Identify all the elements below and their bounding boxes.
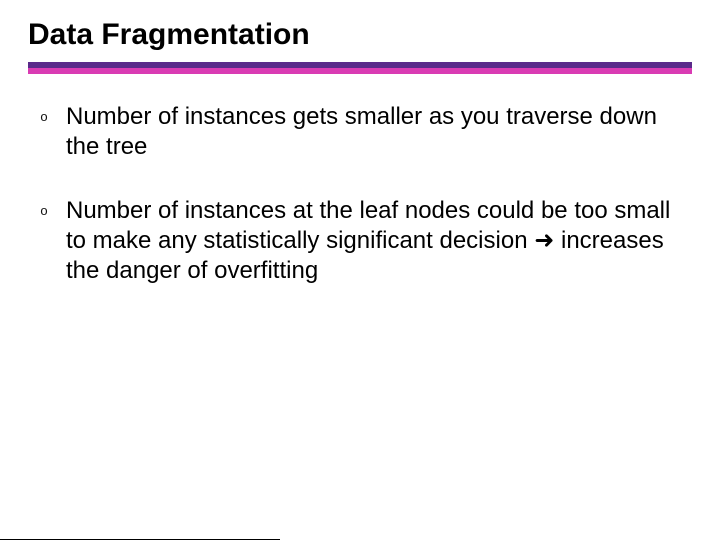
content-area: o Number of instances gets smaller as yo… [28,74,692,286]
list-item: o Number of instances at the leaf nodes … [38,196,686,286]
bullet-marker-icon: o [38,196,50,226]
bullet-text: Number of instances at the leaf nodes co… [66,196,686,286]
slide: Data Fragmentation o Number of instances… [0,0,720,540]
bullet-marker-icon: o [38,102,50,132]
slide-title: Data Fragmentation [28,18,692,52]
list-item: o Number of instances gets smaller as yo… [38,102,686,162]
bullet-text: Number of instances gets smaller as you … [66,102,686,162]
